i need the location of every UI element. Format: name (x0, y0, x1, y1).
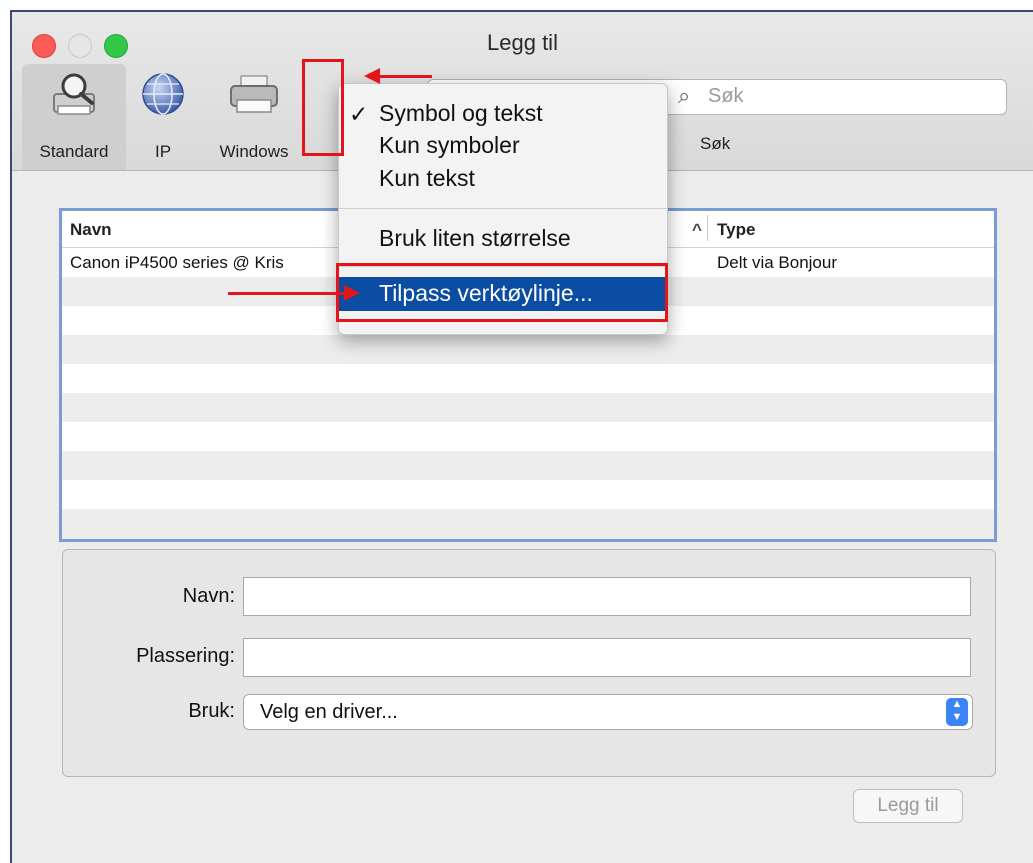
search-icon: ⌕ (678, 83, 691, 108)
name-field[interactable] (243, 577, 971, 616)
table-row (62, 480, 994, 509)
add-button[interactable]: Legg til (853, 789, 963, 823)
location-label: Plassering: (136, 645, 235, 667)
menu-item-icons-only[interactable]: Kun symboler (339, 129, 667, 161)
printer-type-cell: Delt via Bonjour (717, 253, 838, 272)
printer-details-form: Navn: Plassering: Bruk: Velg en driver..… (62, 549, 996, 777)
chevron-updown-icon: ▲ ▼ (946, 698, 968, 726)
toolbar-windows-button[interactable]: Windows (206, 64, 302, 170)
menu-item-label: Bruk liten størrelse (379, 225, 571, 251)
printer-name-cell: Canon iP4500 series @ Kris (70, 253, 284, 272)
checkmark-icon: ✓ (349, 101, 369, 127)
search-label: Søk (700, 134, 731, 153)
driver-select-value: Velg en driver... (260, 701, 398, 723)
search-placeholder: Søk (708, 85, 744, 107)
column-header-name[interactable]: Navn (70, 220, 112, 240)
menu-item-text-only[interactable]: Kun tekst (339, 162, 667, 194)
table-row (62, 451, 994, 480)
name-label: Navn: (182, 585, 235, 607)
column-divider (707, 215, 708, 241)
sort-indicator-icon: ^ (692, 220, 702, 239)
magnifier-printer-icon (48, 70, 100, 127)
menu-item-icon-and-text[interactable]: ✓ Symbol og tekst (339, 97, 667, 129)
table-row (62, 509, 994, 539)
column-header-type[interactable]: Type (717, 220, 755, 240)
table-row (62, 335, 994, 364)
annotation-box-customize (336, 263, 668, 322)
annotation-arrow-icon (364, 68, 432, 84)
annotation-arrow-icon (228, 285, 360, 301)
menu-item-label: Kun symboler (379, 132, 520, 158)
window-title: Legg til (487, 30, 558, 55)
annotation-box-toolbar-gap (302, 59, 344, 156)
toolbar-ip-label: IP (154, 142, 172, 161)
use-label: Bruk: (188, 700, 235, 722)
menu-item-small-size[interactable]: Bruk liten størrelse (339, 222, 667, 254)
table-row (62, 422, 994, 451)
menu-item-label: Kun tekst (379, 165, 475, 191)
location-field[interactable] (243, 638, 971, 677)
toolbar-standard-label: Standard (39, 142, 109, 161)
table-row (62, 364, 994, 393)
driver-select[interactable]: Velg en driver... ▲ ▼ (243, 694, 973, 730)
printer-icon (227, 70, 281, 123)
menu-separator (339, 208, 667, 209)
toolbar-ip-button[interactable]: IP (136, 64, 190, 170)
toolbar-windows-label: Windows (219, 142, 289, 161)
menu-item-label: Symbol og tekst (379, 100, 543, 126)
toolbar-standard-button[interactable]: Standard (22, 64, 126, 170)
table-row (62, 393, 994, 422)
globe-icon (139, 70, 187, 123)
